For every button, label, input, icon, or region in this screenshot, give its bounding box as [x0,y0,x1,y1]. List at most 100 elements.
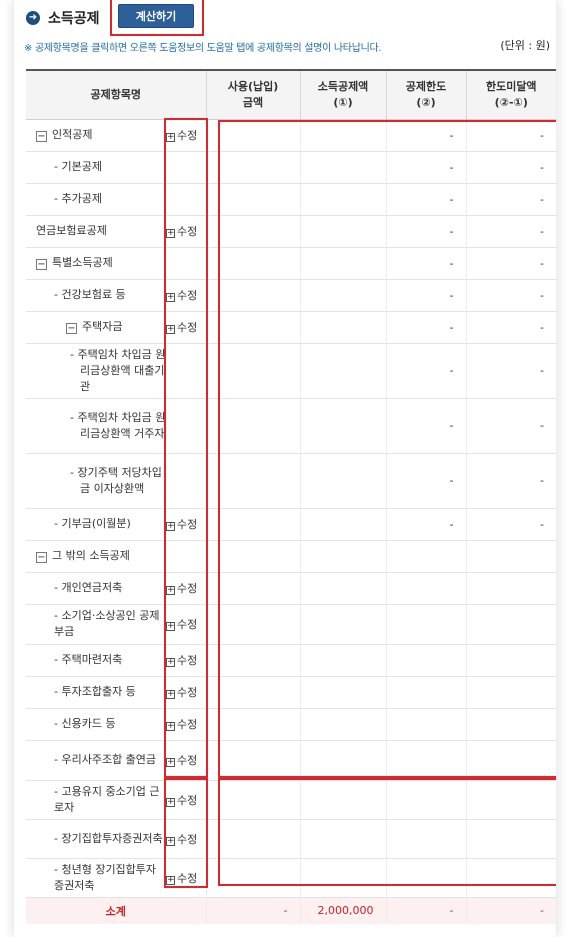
edit-button[interactable]: + 수정 [166,686,197,699]
amount-cell-shortfall [465,708,556,741]
calculate-button[interactable]: 계산하기 [118,4,194,28]
deduction-item-name[interactable]: - 기부금(이월분) [26,508,166,541]
calculate-button-highlight: 계산하기 [110,0,204,36]
item-label[interactable]: - 신용카드 등 [54,717,116,730]
edit-button[interactable]: + 수정 [166,794,197,807]
deduction-item-name[interactable]: - 투자조합출자 등 [26,676,166,709]
deduction-item-name[interactable]: - 건강보험료 등 [26,279,166,312]
table-row: - 주택임차 차입금 원리금상환액 대출기관 - - [26,343,556,399]
item-label[interactable]: - 개인연금저축 [54,581,122,594]
deduction-item-name[interactable]: - 기본공제 [26,151,166,184]
amount-cell-paid [205,151,301,184]
table-row: - 개인연금저축 + 수정 [26,572,556,605]
plus-box-icon: + [166,228,175,238]
table-row: − 주택자금 + 수정 - - [26,311,556,344]
item-label[interactable]: 연금보험료공제 [36,224,107,237]
edit-button[interactable]: + 수정 [166,518,197,531]
plus-box-icon: + [166,292,175,302]
amount-cell-shortfall: - [465,183,556,216]
plus-box-icon: + [166,132,175,142]
item-label[interactable]: - 청년형 장기집합투자증권저축 [54,863,156,892]
item-label[interactable]: - 주택임차 차입금 원리금상환액 대출기관 [70,348,165,393]
total-limit: - [385,897,467,924]
amount-cell-paid [205,676,301,709]
amount-cell-limit: - [385,508,467,541]
edit-label: 수정 [177,321,198,334]
unit-label: (단위 : 원) [500,39,550,52]
amount-cell-limit [385,708,467,741]
plus-box-icon: + [166,521,175,531]
amount-cell-paid [205,247,301,280]
edit-button[interactable]: + 수정 [166,718,197,731]
item-label[interactable]: 주택자금 [82,320,122,333]
item-label-wrap: - 기본공제 [36,159,166,175]
table-row: - 기본공제 - - [26,151,556,184]
item-label[interactable]: - 장기집합투자증권저축 [54,832,163,845]
item-label[interactable]: 특별소득공제 [52,256,113,269]
collapse-toggle-icon[interactable]: − [66,323,77,334]
item-label-wrap: - 신용카드 등 [36,716,166,732]
item-label[interactable]: - 투자조합출자 등 [54,685,136,698]
item-label[interactable]: - 우리사주조합 출연금 [54,753,156,766]
edit-button[interactable]: + 수정 [166,321,197,334]
item-label[interactable]: - 고용유지 중소기업 근로자 [54,785,160,814]
edit-button[interactable]: + 수정 [166,582,197,595]
item-label[interactable]: - 장기주택 저당차입금 이자상환액 [70,466,162,495]
deduction-item-name[interactable]: - 장기집합투자증권저축 [26,819,166,859]
deduction-item-name[interactable]: - 주택임차 차입금 원리금상환액 대출기관 [26,343,166,399]
item-label[interactable]: - 소기업·소상공인 공제부금 [54,609,160,638]
edit-button[interactable]: + 수정 [166,754,197,767]
item-label[interactable]: 인적공제 [52,128,92,141]
edit-label: 수정 [177,718,198,731]
amount-cell-limit: - [385,151,467,184]
amount-cell-deduction [299,540,387,573]
edit-button[interactable]: + 수정 [166,129,197,142]
item-label[interactable]: - 주택임차 차입금 원리금상환액 거주자 [70,411,165,440]
edit-cell: + 수정 [166,508,207,541]
edit-cell [166,453,207,509]
edit-cell: + 수정 [166,311,207,344]
deduction-item-name[interactable]: - 장기주택 저당차입금 이자상환액 [26,453,166,509]
collapse-toggle-icon[interactable]: − [36,259,47,270]
amount-cell-paid [205,572,301,605]
amount-cell-paid [205,740,301,781]
amount-cell-paid [205,183,301,216]
deduction-item-name[interactable]: 연금보험료공제 [26,215,166,248]
item-label[interactable]: 그 밖의 소득공제 [52,549,130,562]
deduction-item-name[interactable]: − 주택자금 [26,311,166,344]
item-label[interactable]: - 기부금(이월분) [54,517,131,530]
plus-box-icon: + [166,621,175,631]
edit-button[interactable]: + 수정 [166,872,197,885]
table-row: - 기부금(이월분) + 수정 - - [26,508,556,541]
deduction-item-name[interactable]: - 신용카드 등 [26,708,166,741]
deduction-item-name[interactable]: - 고용유지 중소기업 근로자 [26,780,166,820]
deduction-item-name[interactable]: - 소기업·소상공인 공제부금 [26,604,166,645]
deduction-item-name[interactable]: - 추가공제 [26,183,166,216]
item-label[interactable]: - 건강보험료 등 [54,288,126,301]
amount-cell-limit: - [385,215,467,248]
item-label[interactable]: - 기본공제 [54,160,102,173]
collapse-toggle-icon[interactable]: − [36,552,47,563]
deduction-item-name[interactable]: − 그 밖의 소득공제 [26,540,166,573]
deduction-item-name[interactable]: - 개인연금저축 [26,572,166,605]
edit-button[interactable]: + 수정 [166,289,197,302]
edit-button[interactable]: + 수정 [166,225,197,238]
amount-cell-deduction [299,604,387,645]
deduction-item-name[interactable]: - 청년형 장기집합투자증권저축 [26,858,166,898]
edit-button[interactable]: + 수정 [166,654,197,667]
edit-button[interactable]: + 수정 [166,618,197,631]
edit-button[interactable]: + 수정 [166,833,197,846]
deduction-item-name[interactable]: − 인적공제 [26,119,166,152]
amount-cell-shortfall: - [465,311,556,344]
item-label[interactable]: - 주택마련저축 [54,653,122,666]
deduction-item-name[interactable]: - 주택임차 차입금 원리금상환액 거주자 [26,398,166,454]
deduction-item-name[interactable]: - 주택마련저축 [26,644,166,677]
collapse-toggle-icon[interactable]: − [36,131,47,142]
deduction-item-name[interactable]: − 특별소득공제 [26,247,166,280]
item-label[interactable]: - 추가공제 [54,192,102,205]
edit-cell: + 수정 [166,572,207,605]
item-label-wrap: − 특별소득공제 [36,255,166,271]
amount-cell-shortfall [465,644,556,677]
amount-cell-paid [205,708,301,741]
deduction-item-name[interactable]: - 우리사주조합 출연금 [26,740,166,781]
